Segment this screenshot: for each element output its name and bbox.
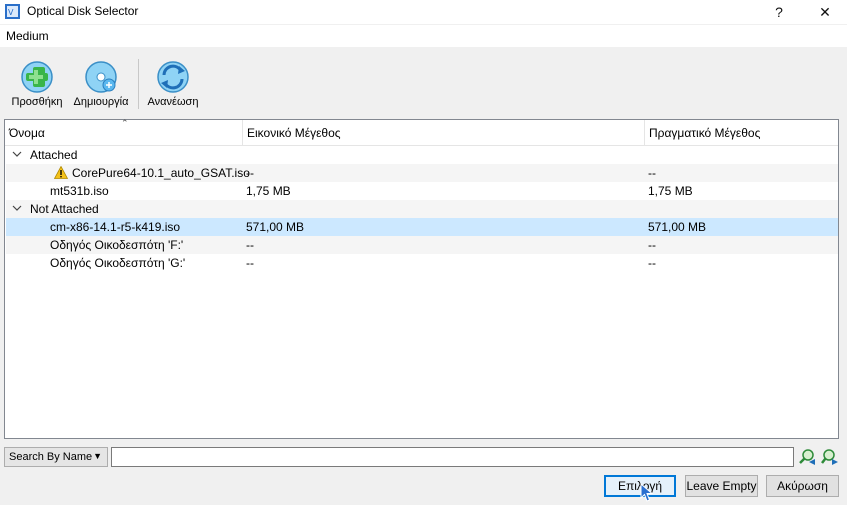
- table-row[interactable]: Οδηγός Οικοδεσπότη 'G:' -- --: [6, 254, 838, 272]
- table-row-selected[interactable]: cm-x86-14.1-r5-k419.iso 571,00 MB 571,00…: [6, 218, 838, 236]
- row-actual-size: --: [648, 256, 656, 270]
- svg-text:V: V: [8, 8, 14, 17]
- mouse-pointer-icon: [640, 483, 654, 502]
- add-disk-icon: [21, 61, 53, 93]
- search-mode-label: Search By Name: [9, 451, 93, 463]
- search-mode-select[interactable]: Search By Name ▼: [4, 447, 108, 467]
- chevron-down-icon: [12, 205, 22, 211]
- refresh-button[interactable]: Ανανέωση: [145, 59, 201, 108]
- create-disk-icon: [85, 61, 117, 93]
- row-actual-size: --: [648, 166, 656, 180]
- column-actual-size[interactable]: Πραγματικό Μέγεθος: [645, 120, 838, 145]
- dropdown-arrow-icon: ▼: [93, 451, 102, 461]
- row-name: CorePure64-10.1_auto_GSAT.iso: [72, 166, 250, 180]
- cancel-button[interactable]: Ακύρωση: [766, 475, 839, 497]
- row-name: Οδηγός Οικοδεσπότη 'G:': [50, 256, 186, 270]
- group-row-attached[interactable]: Attached: [6, 146, 838, 164]
- toolbar: Προσθήκη Δημιουργία Ανανέωση: [0, 47, 847, 115]
- add-button[interactable]: Προσθήκη: [9, 59, 65, 108]
- group-label: Not Attached: [30, 202, 99, 216]
- add-label: Προσθήκη: [11, 96, 63, 108]
- window-title: Optical Disk Selector: [27, 4, 139, 18]
- media-tree[interactable]: ⌃ Όνομα Εικονικό Μέγεθος Πραγματικό Μέγε…: [4, 118, 839, 439]
- column-name[interactable]: Όνομα: [5, 120, 243, 145]
- close-button[interactable]: ✕: [805, 0, 845, 24]
- menu-bar: Medium: [0, 25, 847, 47]
- tree-header: ⌃ Όνομα Εικονικό Μέγεθος Πραγματικό Μέγε…: [5, 118, 838, 146]
- group-row-not-attached[interactable]: Not Attached: [6, 200, 838, 218]
- create-button[interactable]: Δημιουργία: [72, 59, 130, 108]
- row-name: mt531b.iso: [50, 184, 109, 198]
- leave-empty-button[interactable]: Leave Empty: [685, 475, 758, 497]
- row-actual-size: 571,00 MB: [648, 220, 707, 234]
- row-actual-size: 1,75 MB: [648, 184, 693, 198]
- search-previous-icon[interactable]: [798, 448, 816, 466]
- search-next-icon[interactable]: [821, 448, 839, 466]
- row-virtual-size: 571,00 MB: [246, 220, 305, 234]
- group-label: Attached: [30, 148, 78, 162]
- table-row[interactable]: Οδηγός Οικοδεσπότη 'F:' -- --: [6, 236, 838, 254]
- row-name: Οδηγός Οικοδεσπότη 'F:': [50, 238, 184, 252]
- row-virtual-size: --: [246, 238, 254, 252]
- toolbar-separator: [138, 59, 139, 109]
- search-bar: Search By Name ▼: [4, 447, 844, 469]
- column-virtual-size[interactable]: Εικονικό Μέγεθος: [243, 120, 645, 145]
- app-icon: V: [5, 4, 20, 19]
- row-actual-size: --: [648, 238, 656, 252]
- row-virtual-size: --: [246, 166, 254, 180]
- row-virtual-size: --: [246, 256, 254, 270]
- chevron-down-icon: [12, 151, 22, 157]
- refresh-label: Ανανέωση: [147, 96, 199, 108]
- row-virtual-size: 1,75 MB: [246, 184, 291, 198]
- refresh-icon: [157, 61, 189, 93]
- warning-icon: [54, 166, 68, 179]
- row-name: cm-x86-14.1-r5-k419.iso: [50, 220, 181, 234]
- table-row[interactable]: CorePure64-10.1_auto_GSAT.iso -- --: [6, 164, 838, 182]
- search-input[interactable]: [111, 447, 794, 467]
- menu-medium[interactable]: Medium: [6, 29, 49, 43]
- table-row[interactable]: mt531b.iso 1,75 MB 1,75 MB: [6, 182, 838, 200]
- create-label: Δημιουργία: [73, 96, 129, 108]
- help-button[interactable]: ?: [759, 0, 799, 24]
- title-bar: V Optical Disk Selector ? ✕: [0, 0, 847, 24]
